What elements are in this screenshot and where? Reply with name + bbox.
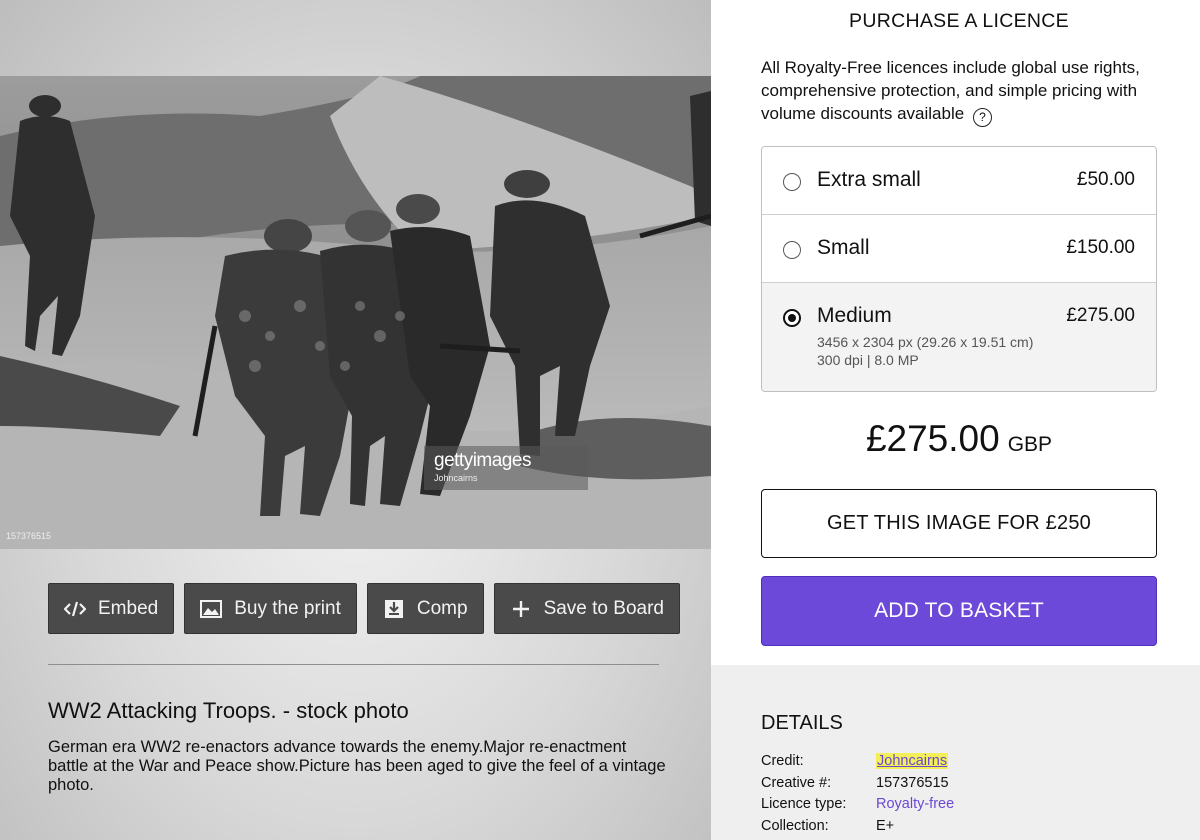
option-name: Small <box>817 236 870 259</box>
total-currency: GBP <box>1007 433 1053 456</box>
buy-print-button[interactable]: Buy the print <box>184 583 357 634</box>
radio-extra-small[interactable] <box>783 173 801 191</box>
option-medium[interactable]: Medium £275.00 3456 x 2304 px (29.26 x 1… <box>762 283 1156 391</box>
photo-id: 157376515 <box>6 531 52 541</box>
detail-key: Creative #: <box>761 775 832 791</box>
option-name: Medium <box>817 304 892 327</box>
image-actions: Embed Buy the print Comp Save to Board <box>48 583 680 634</box>
radio-small[interactable] <box>783 241 801 259</box>
question-circle-icon[interactable]: ? <box>972 108 992 127</box>
watermark: gettyimages Johncairns <box>424 446 588 490</box>
add-to-basket-button[interactable]: ADD TO BASKET <box>761 576 1157 646</box>
code-icon <box>64 598 86 620</box>
total-amount: £275.00 <box>865 418 1000 459</box>
detail-value: 157376515 <box>876 775 949 791</box>
licence-type-link[interactable]: Royalty-free <box>876 796 954 812</box>
option-extra-small[interactable]: Extra small £50.00 <box>762 147 1156 215</box>
photo-illustration <box>0 76 711 549</box>
licence-heading: PURCHASE A LICENCE <box>849 10 1069 32</box>
option-price: £50.00 <box>1076 169 1135 190</box>
comp-label: Comp <box>416 597 468 619</box>
option-price: £150.00 <box>1066 237 1135 258</box>
watermark-credit: Johncairns <box>434 473 478 483</box>
photo-title: WW2 Attacking Troops. - stock photo <box>48 698 409 723</box>
detail-key: Credit: <box>761 753 804 769</box>
detail-key: Collection: <box>761 818 829 834</box>
embed-button[interactable]: Embed <box>48 583 175 634</box>
option-small[interactable]: Small £150.00 <box>762 215 1156 283</box>
credit-link[interactable]: Johncairns <box>876 753 949 769</box>
option-price: £275.00 <box>1066 305 1135 326</box>
watermark-brand: gettyimages <box>434 450 531 471</box>
detail-value: E+ <box>876 818 895 834</box>
embed-label: Embed <box>98 597 159 619</box>
image-panel: gettyimages Johncairns 157376515 Embed B… <box>0 0 711 840</box>
detail-key: Licence type: <box>761 796 847 812</box>
save-to-board-label: Save to Board <box>543 597 664 619</box>
total-price: £275.00 GBP <box>711 418 1200 460</box>
divider <box>48 664 659 665</box>
image-icon <box>200 598 223 620</box>
licence-info-text: All Royalty-Free licences include global… <box>761 58 1140 123</box>
get-image-button[interactable]: GET THIS IMAGE FOR £250 <box>761 489 1157 558</box>
option-dimensions: 3456 x 2304 px (29.26 x 19.51 cm) <box>817 334 1034 350</box>
details-section: DETAILS Credit: Johncairns Creative #: 1… <box>711 665 1200 840</box>
radio-medium[interactable] <box>783 309 801 327</box>
comp-button[interactable]: Comp <box>366 583 484 634</box>
download-icon <box>383 598 405 620</box>
details-heading: DETAILS <box>761 712 843 734</box>
buy-print-label: Buy the print <box>234 597 341 619</box>
save-to-board-button[interactable]: Save to Board <box>493 583 680 634</box>
stock-photo[interactable]: gettyimages Johncairns 157376515 <box>0 76 711 549</box>
purchase-panel: PURCHASE A LICENCE All Royalty-Free lice… <box>711 0 1200 840</box>
photo-description: German era WW2 re-enactors advance towar… <box>48 738 666 794</box>
licence-info: All Royalty-Free licences include global… <box>761 56 1161 127</box>
option-resolution: 300 dpi | 8.0 MP <box>817 352 919 368</box>
option-name: Extra small <box>817 168 921 191</box>
size-options: Extra small £50.00 Small £150.00 Medium … <box>761 146 1157 392</box>
plus-icon <box>510 598 532 620</box>
